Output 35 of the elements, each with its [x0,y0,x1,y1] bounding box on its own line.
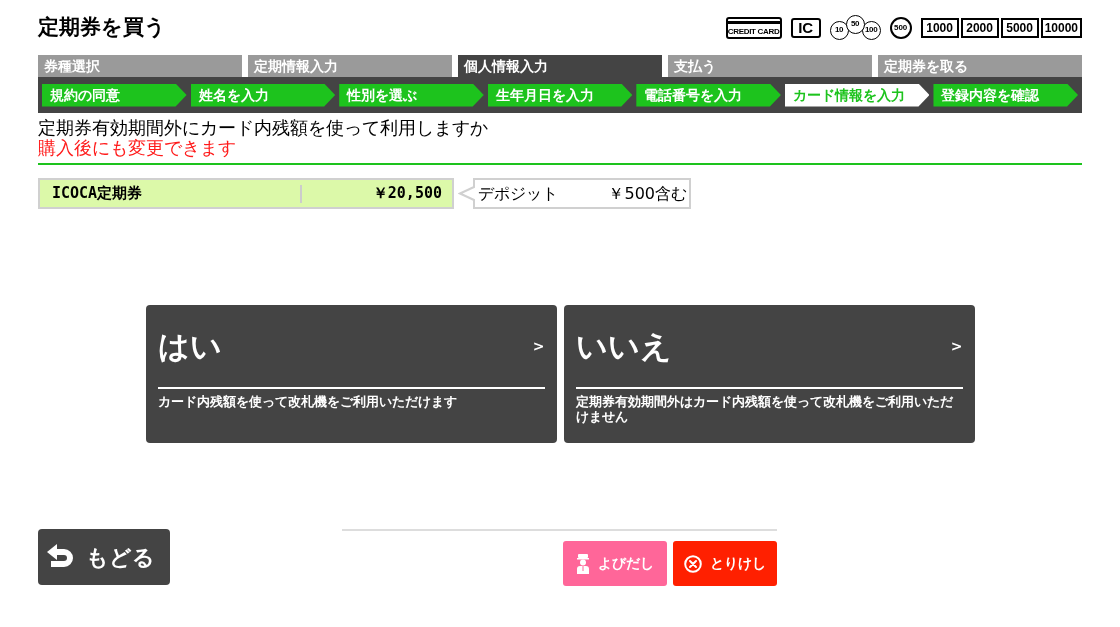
chevron-icon: > [950,339,963,353]
coin-mark: 50 [845,14,865,34]
staff-icon [576,553,590,574]
deposit-amount: ￥500含む [608,182,687,205]
progress-step-label: 定期情報入力 [248,55,452,77]
ic-mark: IC [790,17,821,38]
coin-mark: 100 [861,20,881,40]
coin-mark: 10 [829,20,849,40]
return-arrow-icon [46,544,76,570]
ticket-price: ￥20,500 [371,183,443,205]
banknote-mark: 1000 [920,17,959,38]
credit-card-mark: CREDIT CARD [725,16,782,39]
note-text: 購入後にも変更できます [38,138,237,158]
chevron-icon: > [532,339,545,353]
ticket-name: ICOCA定期券 [51,183,144,205]
choice-description: カード内残額を使って改札機をご利用いただけます [157,393,458,409]
close-circle-icon [684,554,702,573]
choice-button[interactable]: はい > カード内残額を使って改札機をご利用いただけます [145,305,557,443]
progress-step-label: 券種選択 [38,55,242,77]
choice-label: はい [157,330,222,362]
choice-label: いいえ [575,330,672,362]
banknote-mark: 2000 [960,17,999,38]
deposit-label: デポジット [478,182,558,205]
choice-button[interactable]: いいえ > 定期券有効期間外はカード内残額を使って改札機をご利用いただけません [563,305,975,443]
choice-description: 定期券有効期間外はカード内残額を使って改札機をご利用いただけません [575,393,954,424]
page-title: 定期券を買う [38,17,166,38]
coin-mark: 500 [889,16,912,39]
progress-step-label: 支払う [668,55,872,77]
progress-step-label: 定期券を取る [878,55,1082,77]
cancel-button[interactable]: とりけし [673,541,777,586]
back-button[interactable]: もどる [38,529,170,585]
question-text: 定期券有効期間外にカード内残額を使って利用しますか [38,118,489,138]
banknote-mark: 5000 [1000,17,1039,38]
progress-step-label: 個人情報入力 [458,55,662,77]
banknote-mark: 10000 [1040,17,1082,38]
